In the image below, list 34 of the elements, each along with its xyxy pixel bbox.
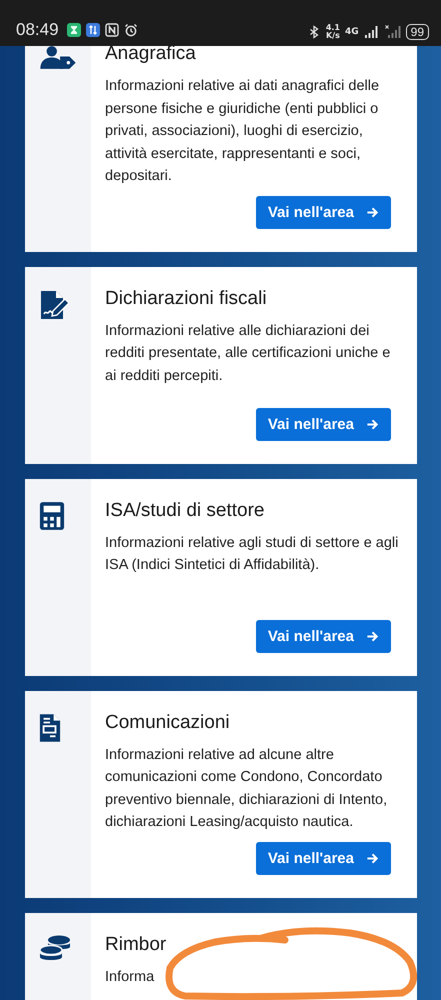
- coins-icon: [39, 934, 71, 962]
- card-description: Informazioni relative ai dati anagrafici delle persone fisiche e giuridiche (enti pubblici o privati, associazioni), luoghi di esercizio, attività esercitate, rappresentanti e soci, depositari.: [105, 77, 380, 186]
- arrow-right-icon: [366, 418, 379, 430]
- card-title: Dichiarazioni fiscali: [105, 286, 268, 310]
- arrow-right-icon: [366, 852, 379, 864]
- go-to-area-button[interactable]: Vai nell'area: [256, 842, 391, 874]
- card-description: Informazioni relative ad alcune altre comunicazioni come Condono, Concordato preventivo biennale, dichiarazioni di Intento, dichiarazioni Leasing/acquisto nautica.: [105, 746, 388, 832]
- network-type: 4G: [344, 27, 359, 37]
- battery-level: 99: [406, 24, 429, 40]
- nfc-icon: [104, 23, 119, 37]
- arrow-right-icon: [366, 206, 379, 218]
- calculator-icon: [39, 500, 65, 530]
- go-to-area-button[interactable]: Vai nell'area: [256, 620, 391, 652]
- arrow-right-icon: [366, 630, 379, 642]
- people-tag-icon: [39, 44, 77, 71]
- speed-unit: K/s: [326, 32, 340, 40]
- card-description: Informa: [105, 968, 156, 986]
- card-title: ISA/studi di settore: [105, 498, 266, 522]
- no-signal-icon: [384, 25, 401, 39]
- document-icon: [39, 712, 61, 742]
- go-to-area-button[interactable]: Vai nell'area: [256, 408, 391, 440]
- speed-value: 4.1: [326, 24, 340, 32]
- signal-icon: [364, 25, 380, 39]
- card-title: Rimbor: [105, 932, 168, 956]
- document-pen-icon: [39, 288, 71, 320]
- card-description: Informazioni relative alle dichiarazioni dei redditi presentate, alle certificazioni uniche e ai redditi percepiti.: [105, 322, 392, 386]
- clock-time: 08:49: [16, 20, 59, 40]
- alarm-icon: [124, 23, 138, 37]
- go-to-area-button[interactable]: Vai nell'area: [256, 196, 391, 228]
- card-description: Informazioni relative agli studi di settore e agli ISA (Indici Sintetici di Affidabilità).: [105, 534, 400, 575]
- transfer-app-icon: [86, 23, 100, 37]
- card-title: Anagrafica: [105, 42, 197, 66]
- card-title: Comunicazioni: [105, 710, 231, 734]
- hourglass-app-icon: [66, 23, 81, 37]
